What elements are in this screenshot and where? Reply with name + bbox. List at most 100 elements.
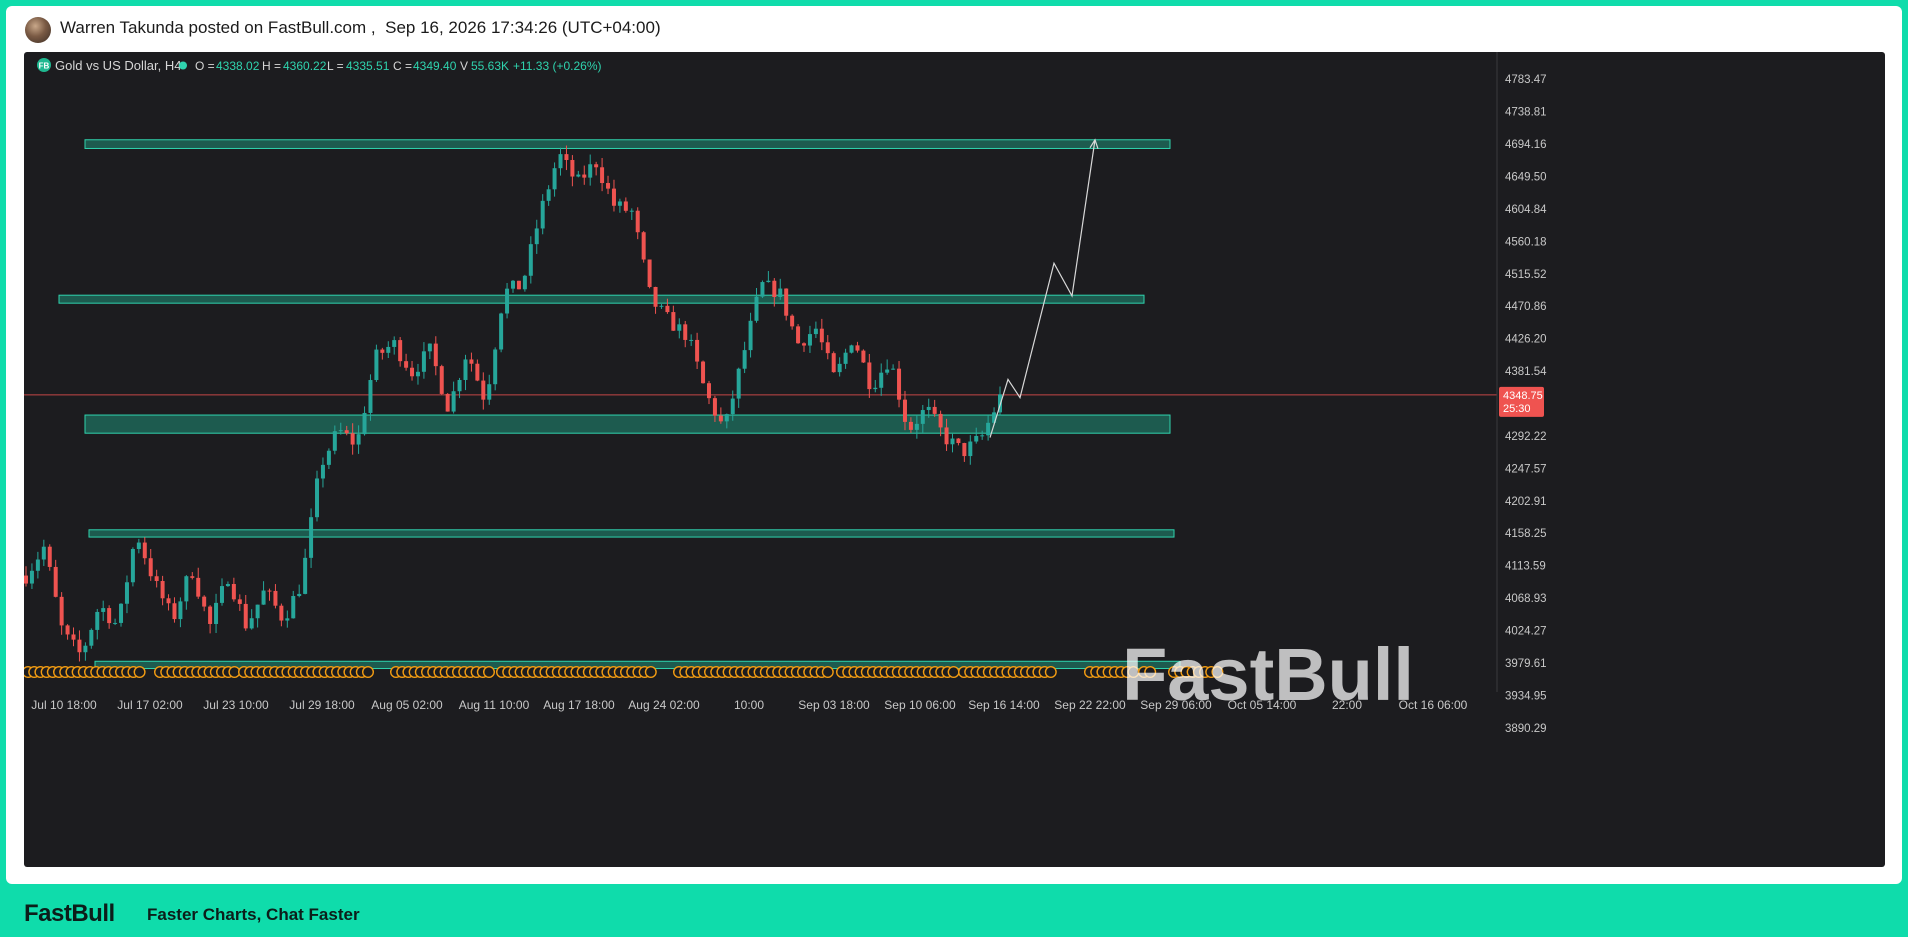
candle-body [47,546,52,567]
candle-body [825,342,830,354]
x-tick-label: Sep 03 18:00 [798,698,870,712]
event-marker-icon [947,666,960,679]
candle-body [564,154,569,161]
candle-body [255,604,260,619]
bar-countdown-label: 25:30 [1503,403,1531,415]
candle-body [908,421,913,430]
candle-body [350,433,355,445]
candle-body [891,368,896,370]
candle-body [29,570,34,584]
candle-body [861,350,866,363]
candle-body [629,210,634,212]
candle-body [219,586,224,603]
volume-value: 55.63K [471,59,509,73]
candle-body [748,320,753,351]
candle-body [214,602,219,624]
y-tick-label: 4604.84 [1505,204,1547,216]
candle-body [695,339,700,362]
candle-body [653,286,658,307]
candle-body [902,399,907,422]
y-tick-label: 3934.95 [1505,690,1547,702]
candle-body [415,371,420,377]
candle-body [154,576,159,582]
candle-body [362,412,367,435]
x-tick-label: Oct 05 14:00 [1228,698,1297,712]
candle-body [332,431,337,451]
candle-body [968,441,973,457]
candle-body [184,576,189,602]
fb-badge-text: FB [39,62,50,71]
candle-body [712,398,717,416]
y-tick-label: 4292.22 [1505,431,1547,443]
low-value: 4335.51 [346,59,390,73]
candle-body [225,583,230,587]
candle-body [706,383,711,399]
candle-body [760,282,765,297]
author-name[interactable]: Warren Takunda [60,18,184,37]
candle-body [457,379,462,392]
candle-body [475,363,480,381]
high-value: 4360.22 [283,59,327,73]
candle-body [279,605,284,621]
candle-body [611,188,616,206]
candle-body [570,160,575,177]
x-tick-label: Aug 11 10:00 [459,698,530,712]
candle-body [600,167,605,184]
candle-body [897,368,902,400]
candle-body [784,288,789,316]
avatar[interactable] [25,17,51,43]
candle-body [83,645,88,653]
y-tick-label: 4738.81 [1505,107,1547,119]
post-meta: Warren Takunda posted on FastBull.com , … [60,18,661,38]
candle-body [119,603,124,623]
y-tick-label: 3979.61 [1505,658,1547,670]
event-marker-icon [644,666,657,679]
candle-body [196,577,201,597]
candle-body [576,174,581,177]
y-tick-label: 4515.52 [1505,269,1547,281]
y-tick-label: 4202.91 [1505,496,1547,508]
candle-body [267,590,272,592]
fastbull-logo[interactable]: FastBull [24,900,115,928]
candlestick-chart[interactable]: FastBull 4828.134783.474738.814694.16464… [24,52,1885,867]
y-tick-label: 4649.50 [1505,171,1547,183]
candle-body [552,168,557,190]
candle-body [368,380,373,413]
candle-body [754,296,759,321]
open-value: 4338.02 [216,59,260,73]
candle-body [582,174,587,178]
candle-body [320,464,325,479]
candle-body [451,391,456,412]
event-marker-icon [821,666,834,679]
candle-body [178,601,183,620]
candle-body [237,599,242,604]
symbol-label[interactable]: Gold vs US Dollar, H4 [55,58,181,73]
post-timestamp: Sep 16, 2026 17:34:26 (UTC+04:00) [385,18,661,37]
support-resistance-zone [84,414,1171,434]
event-marker-icon [133,666,146,679]
y-tick-label: 4470.86 [1505,301,1547,313]
candle-body [623,201,628,211]
candle-body [837,363,842,373]
support-resistance-zone [84,139,1171,149]
open-label: O = [195,59,215,73]
candle-body [261,590,266,605]
candle-body [635,210,640,233]
candle-body [683,324,688,340]
chart-panel[interactable]: FastBull 4828.134783.474738.814694.16464… [24,52,1885,867]
candle-body [540,200,545,229]
x-tick-label: Jul 23 10:00 [203,698,269,712]
x-tick-label: Aug 24 02:00 [628,698,700,712]
candle-body [879,372,884,388]
candle-body [142,542,147,559]
post-card: Warren Takunda posted on FastBull.com , … [6,6,1902,884]
x-tick-label: Jul 10 18:00 [31,698,97,712]
y-tick-label: 4560.18 [1505,236,1547,248]
candle-body [398,340,403,362]
posted-on-label: posted on FastBull.com [188,18,367,37]
candle-body [136,542,141,550]
candle-body [160,581,165,599]
candle-body [208,606,213,624]
candle-body [24,575,28,584]
candle-body [273,590,278,606]
